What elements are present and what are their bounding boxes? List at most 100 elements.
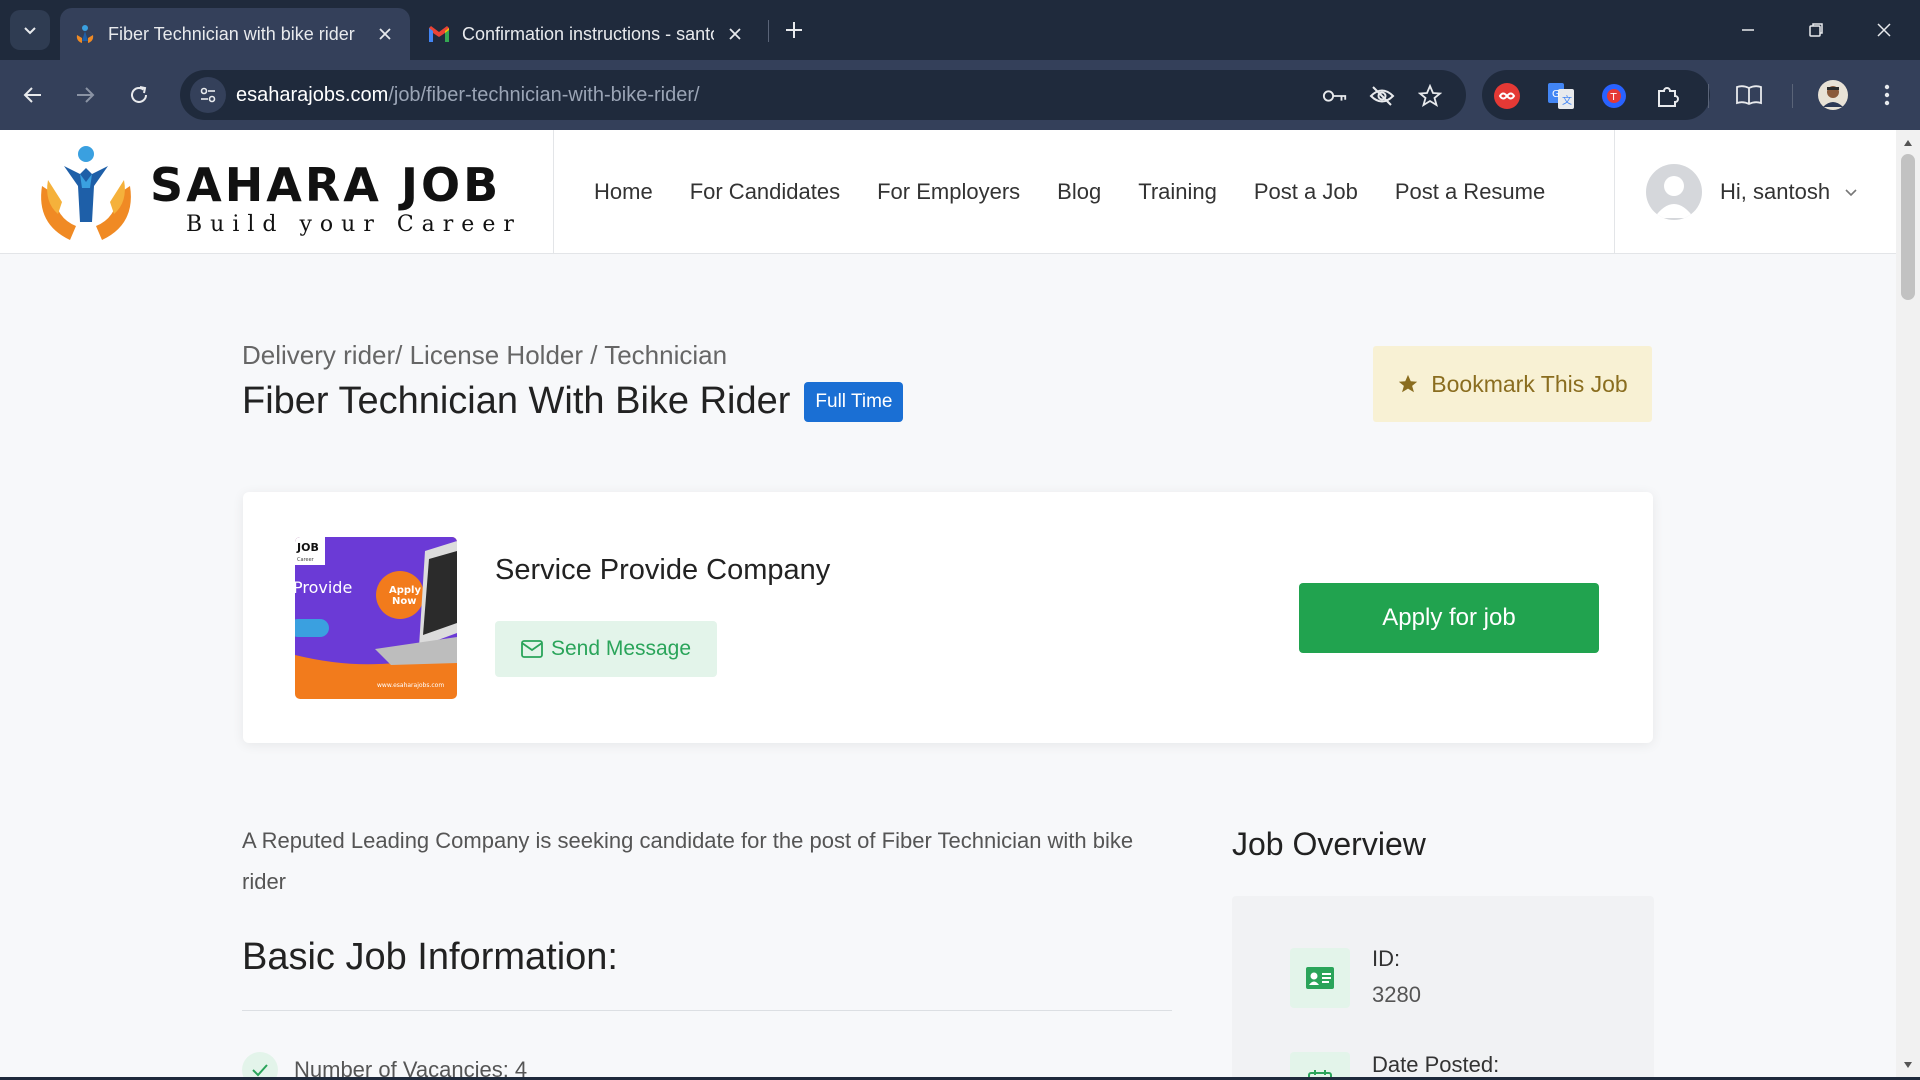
site-logo[interactable]: SAHARA JOB Build your Career xyxy=(36,144,556,244)
chevron-down-icon xyxy=(1844,184,1860,200)
svg-text:JOB: JOB xyxy=(296,541,319,554)
nav-training[interactable]: Training xyxy=(1138,179,1217,205)
sahara-job-favicon-icon xyxy=(74,23,96,45)
page-scrollbar[interactable] xyxy=(1896,130,1920,1080)
calendar-icon xyxy=(1290,1052,1350,1080)
svg-text:Now: Now xyxy=(392,596,416,607)
plus-icon xyxy=(786,22,802,38)
arrow-right-icon xyxy=(77,87,95,103)
basic-info-heading: Basic Job Information: xyxy=(242,936,618,978)
nav-home[interactable]: Home xyxy=(594,179,653,205)
address-bar[interactable]: esaharajobs.com/job/fiber-technician-wit… xyxy=(180,70,1466,120)
nav-post-a-resume[interactable]: Post a Resume xyxy=(1395,179,1545,205)
chevron-down-icon xyxy=(24,27,36,35)
nav-for-employers[interactable]: For Employers xyxy=(877,179,1020,205)
password-key-icon[interactable] xyxy=(1322,83,1348,109)
job-overview-title: Job Overview xyxy=(1232,826,1426,862)
browser-tab-active[interactable]: Fiber Technician with bike rider xyxy=(60,8,410,60)
reload-icon xyxy=(131,86,147,103)
nav-blog[interactable]: Blog xyxy=(1057,179,1101,205)
mail-icon xyxy=(521,640,543,658)
close-tab-icon[interactable] xyxy=(374,23,396,45)
url-text: esaharajobs.com/job/fiber-technician-wit… xyxy=(236,83,700,106)
gmail-icon xyxy=(428,23,450,45)
job-overview-panel: ID: 3280 Date Posted: xyxy=(1232,896,1654,1080)
site-header: SAHARA JOB Build your Career Home For Ca… xyxy=(0,130,1896,254)
svg-text:Provide: Provide xyxy=(295,578,352,597)
company-card: JOB Career Provide Apply Now www.esahara… xyxy=(243,492,1653,743)
close-icon xyxy=(1877,23,1891,37)
svg-text:G: G xyxy=(1552,89,1560,100)
arrow-left-icon xyxy=(23,87,41,103)
check-icon xyxy=(242,1052,278,1080)
svg-text:T: T xyxy=(1610,92,1618,103)
reload-button[interactable] xyxy=(118,74,160,116)
job-categories[interactable]: Delivery rider/ License Holder / Technic… xyxy=(242,340,727,371)
tab-separator xyxy=(768,20,769,42)
star-icon xyxy=(1397,373,1419,395)
kebab-menu-icon xyxy=(1884,84,1890,106)
tab-title: Fiber Technician with bike rider xyxy=(108,23,355,44)
user-greeting: Hi, santosh xyxy=(1720,179,1831,204)
overview-id-value: 3280 xyxy=(1372,982,1421,1007)
profile-avatar[interactable] xyxy=(1812,74,1854,116)
logo-wordmark: SAHARA JOB xyxy=(150,158,502,212)
bookmark-star-icon[interactable] xyxy=(1417,83,1443,109)
browser-tab-strip: Fiber Technician with bike rider Confirm… xyxy=(0,0,1920,60)
globe-extension-icon[interactable]: T xyxy=(1600,82,1628,110)
forward-button[interactable] xyxy=(64,74,106,116)
infinity-extension-icon[interactable] xyxy=(1493,82,1521,110)
restore-icon xyxy=(1809,23,1823,37)
scrollbar-thumb[interactable] xyxy=(1901,154,1915,300)
send-message-label: Send Message xyxy=(550,637,692,660)
toolbar-separator xyxy=(1792,84,1793,108)
scroll-up-arrow-icon[interactable] xyxy=(1901,136,1915,150)
restore-window-button[interactable] xyxy=(1782,0,1850,60)
back-button[interactable] xyxy=(12,74,54,116)
tune-icon xyxy=(200,87,216,103)
id-card-icon xyxy=(1290,948,1350,1008)
send-message-button[interactable]: Send Message xyxy=(495,621,717,677)
overview-date-label: Date Posted: xyxy=(1372,1052,1500,1077)
scroll-down-arrow-icon[interactable] xyxy=(1901,1058,1915,1072)
company-name[interactable]: Service Provide Company xyxy=(495,554,830,587)
svg-text:Career: Career xyxy=(297,557,315,563)
user-avatar xyxy=(1646,164,1702,220)
extensions-puzzle-icon[interactable] xyxy=(1654,82,1682,110)
tracking-protection-eye-off-icon[interactable] xyxy=(1369,83,1395,109)
svg-text:文: 文 xyxy=(1562,94,1572,107)
sahara-job-logo-icon xyxy=(41,146,131,240)
job-title-row: Fiber Technician With Bike Rider Full Ti… xyxy=(242,380,904,423)
header-divider xyxy=(1614,130,1615,254)
section-divider xyxy=(242,1010,1172,1011)
new-tab-button[interactable] xyxy=(776,12,812,48)
list-item: Number of Vacancies: 4 xyxy=(242,1050,527,1080)
company-logo[interactable]: JOB Career Provide Apply Now www.esahara… xyxy=(295,537,457,699)
logo-tagline: Build your Career xyxy=(186,212,522,237)
job-type-badge: Full Time xyxy=(804,381,904,422)
browser-menu-button[interactable] xyxy=(1866,74,1908,116)
minimize-window-button[interactable] xyxy=(1714,0,1782,60)
nav-for-candidates[interactable]: For Candidates xyxy=(690,179,840,205)
minimize-icon xyxy=(1742,29,1754,31)
user-menu[interactable]: Hi, santosh xyxy=(1646,164,1860,220)
reading-list-icon[interactable] xyxy=(1728,74,1770,116)
browser-toolbar: esaharajobs.com/job/fiber-technician-wit… xyxy=(0,60,1920,130)
close-window-button[interactable] xyxy=(1850,0,1918,60)
bookmark-label: Bookmark This Job xyxy=(1431,370,1628,397)
overview-id-label: ID: xyxy=(1372,946,1401,971)
main-nav: Home For Candidates For Employers Blog T… xyxy=(594,130,1582,254)
browser-tab-gmail[interactable]: Confirmation instructions - santosh xyxy=(414,8,760,60)
tab-title: Confirmation instructions - santosh xyxy=(462,23,714,44)
bookmark-job-button[interactable]: Bookmark This Job xyxy=(1373,346,1652,422)
svg-text:www.esaharajobs.com: www.esaharajobs.com xyxy=(377,682,444,689)
site-info-button[interactable] xyxy=(190,77,226,113)
header-divider xyxy=(553,130,554,254)
toolbar-separator xyxy=(1708,84,1709,108)
close-tab-icon[interactable] xyxy=(724,23,746,45)
nav-post-a-job[interactable]: Post a Job xyxy=(1254,179,1358,205)
job-title: Fiber Technician With Bike Rider xyxy=(242,380,791,422)
apply-for-job-button[interactable]: Apply for job xyxy=(1299,583,1599,653)
tab-search-button[interactable] xyxy=(10,10,50,50)
google-translate-icon[interactable]: G文 xyxy=(1547,82,1575,110)
